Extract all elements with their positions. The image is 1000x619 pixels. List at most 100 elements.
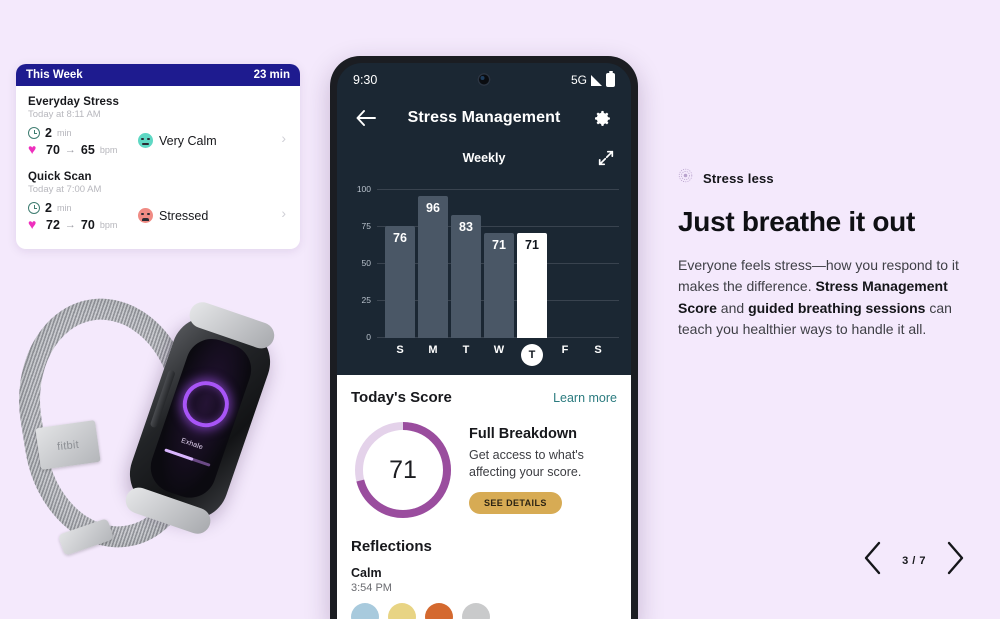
chart-bar-column[interactable]: 83 (451, 183, 481, 338)
hr-end: 70 (80, 217, 95, 232)
mood-face-icon (138, 133, 153, 148)
reflection-dot[interactable] (425, 603, 453, 619)
chart-x-tick[interactable]: W (484, 344, 514, 366)
weekly-summary-card: This Week 23 min Everyday Stress Today a… (16, 64, 300, 249)
chart-bar-value: 71 (492, 237, 506, 252)
back-button[interactable] (353, 110, 379, 126)
fitbit-tracker-image: fitbit Exhale (3, 285, 300, 619)
session-row[interactable]: Everyday Stress Today at 8:11 AM 2 min ♥… (28, 96, 288, 158)
chart-x-label[interactable]: M (418, 344, 448, 366)
period-label[interactable]: Weekly (463, 151, 506, 165)
chart-x-label[interactable]: T (521, 344, 543, 366)
radial-burst-icon (678, 168, 693, 188)
hr-start: 72 (46, 217, 60, 232)
page-indicator: 3 / 7 (902, 555, 926, 567)
summary-card-body: Everyday Stress Today at 8:11 AM 2 min ♥… (16, 86, 300, 233)
network-label: 5G (570, 73, 587, 87)
chart-bar[interactable]: 71 (517, 232, 547, 338)
period-selector-row: Weekly (337, 139, 631, 177)
session-title: Everyday Stress (28, 96, 120, 108)
hr-arrow-icon: → (64, 218, 76, 231)
marketing-copy: Stress less Just breathe it out Everyone… (678, 168, 978, 340)
y-tick-label: 75 (361, 221, 371, 231)
session-title: Quick Scan (28, 171, 92, 183)
mood-result: Very Calm (138, 133, 217, 148)
duration-metric: 2 min (28, 124, 138, 141)
session-metrics: 2 min ♥ 72 → 70 bpm (28, 199, 138, 233)
chart-x-label[interactable]: F (550, 344, 580, 366)
chart-x-label[interactable]: W (484, 344, 514, 366)
chart-x-label[interactable]: S (583, 344, 613, 366)
todays-score-label: Today's Score (351, 389, 452, 406)
heart-icon: ♥ (28, 141, 37, 157)
phone-mockup: 9:30 5G Stress Management Weekly 100 75 … (330, 56, 638, 619)
chart-bar-value: 76 (393, 230, 407, 245)
app-bar: Stress Management (337, 97, 631, 139)
duration-unit: min (56, 202, 72, 213)
session-timestamp: Today at 7:00 AM (28, 184, 102, 195)
gear-icon[interactable] (589, 109, 615, 128)
chart-bar[interactable]: 96 (418, 195, 448, 338)
body-text-emphasis: guided breathing sessions (748, 299, 926, 316)
chart-bar-column[interactable]: 96 (418, 183, 448, 338)
next-arrow-icon[interactable] (944, 541, 966, 581)
chart-bar-column[interactable]: 76 (385, 183, 415, 338)
summary-card-title: This Week (26, 69, 83, 81)
score-row: 71 Full Breakdown Get access to what's a… (351, 418, 617, 522)
duration-value: 2 (45, 200, 52, 215)
session-row[interactable]: Quick Scan Today at 7:00 AM 2 min ♥ 72 →… (28, 171, 288, 233)
full-breakdown-block: Full Breakdown Get access to what's affe… (469, 418, 617, 522)
learn-more-link[interactable]: Learn more (553, 391, 617, 405)
chart-x-label[interactable]: T (451, 344, 481, 366)
chart-plot-area: 76 96 83 71 71 (379, 183, 619, 338)
eyebrow-row: Stress less (678, 168, 978, 188)
mood-label: Very Calm (159, 133, 217, 148)
reflection-dot[interactable] (462, 603, 490, 619)
headline: Just breathe it out (678, 206, 915, 237)
chart-x-tick[interactable]: S (583, 344, 613, 366)
reflections-heading: Reflections (351, 538, 432, 555)
chart-bar[interactable]: 83 (451, 215, 481, 338)
camera-punchhole (477, 73, 491, 86)
chart-bar-value: 83 (459, 220, 473, 235)
see-details-button[interactable]: SEE DETAILS (469, 491, 562, 514)
chevron-right-icon[interactable]: › (281, 205, 286, 221)
chart-x-label[interactable]: S (385, 344, 415, 366)
chart-bar-column[interactable]: 71 (517, 183, 547, 338)
phone-screen: 9:30 5G Stress Management Weekly 100 75 … (337, 63, 631, 619)
summary-card-header: This Week 23 min (16, 64, 300, 86)
band-clasp-branded: fitbit (35, 420, 101, 470)
duration-value: 2 (45, 125, 52, 140)
chart-bar-column[interactable] (550, 183, 580, 338)
chart-x-tick[interactable]: S (385, 344, 415, 366)
carousel-pagination: 3 / 7 (862, 541, 966, 581)
full-breakdown-description: Get access to what's affecting your scor… (469, 448, 584, 480)
hr-unit: bpm (99, 219, 118, 230)
chart-bar-value: 96 (426, 200, 440, 215)
chart-x-tick[interactable]: T (517, 344, 547, 366)
reflection-dot[interactable] (388, 603, 416, 619)
y-tick-label: 25 (361, 295, 371, 305)
chart-x-tick[interactable]: T (451, 344, 481, 366)
fitbit-logo: fitbit (56, 438, 80, 453)
battery-icon (606, 70, 615, 87)
chart-bar[interactable]: 76 (385, 225, 415, 338)
score-ring: 71 (351, 418, 455, 522)
mood-label: Stressed (159, 208, 209, 223)
chart-x-tick[interactable]: M (418, 344, 448, 366)
chart-x-tick[interactable]: F (550, 344, 580, 366)
score-value: 71 (389, 455, 417, 484)
expand-icon[interactable] (597, 149, 615, 167)
hr-unit: bpm (99, 144, 118, 155)
prev-arrow-icon[interactable] (862, 541, 884, 581)
clock-icon (28, 126, 40, 139)
chart-bar-column[interactable] (583, 183, 613, 338)
reflection-name: Calm (351, 566, 382, 580)
body-text: Everyone feels stress—how you respond to… (678, 257, 959, 337)
chart-bar-column[interactable]: 71 (484, 183, 514, 338)
chevron-right-icon[interactable]: › (281, 130, 286, 146)
reflection-dot[interactable] (351, 603, 379, 619)
chart-bar[interactable]: 71 (484, 232, 514, 338)
status-time: 9:30 (353, 73, 378, 87)
signal-icon (591, 74, 602, 86)
